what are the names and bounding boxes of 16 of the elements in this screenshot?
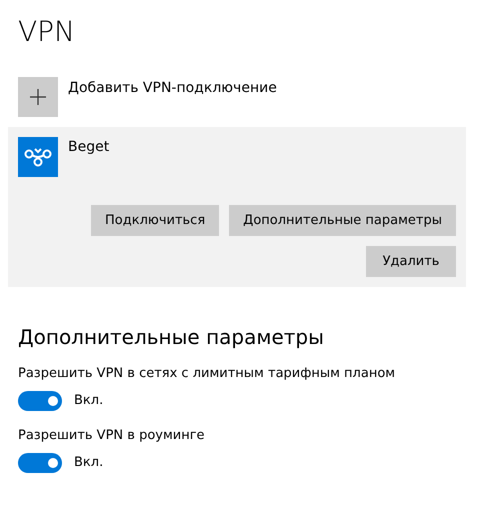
plus-icon — [30, 89, 46, 105]
remove-button[interactable]: Удалить — [366, 246, 456, 277]
toggle-state-label: Вкл. — [74, 454, 104, 472]
knot-logo-icon — [18, 137, 58, 177]
page-title: VPN — [18, 14, 75, 50]
section-heading: Дополнительные параметры — [18, 324, 324, 351]
toggle-switch[interactable] — [18, 453, 62, 473]
connection-card[interactable]: Beget Подключиться Дополнительные параметры Удалить — [8, 127, 466, 287]
connection-name: Beget — [68, 138, 110, 157]
toggle-state-label: Вкл. — [74, 392, 104, 410]
toggle-switch[interactable] — [18, 391, 62, 411]
setting-label: Разрешить VPN в сетях с лимитным тарифным планом — [18, 365, 396, 383]
connection-action-button[interactable]: Подключиться — [91, 205, 220, 236]
setting-label: Разрешить VPN в роуминге — [18, 427, 205, 445]
connection-action-button[interactable]: Дополнительные параметры — [229, 205, 456, 236]
add-connection-label[interactable]: Добавить VPN-подключение — [68, 78, 277, 98]
